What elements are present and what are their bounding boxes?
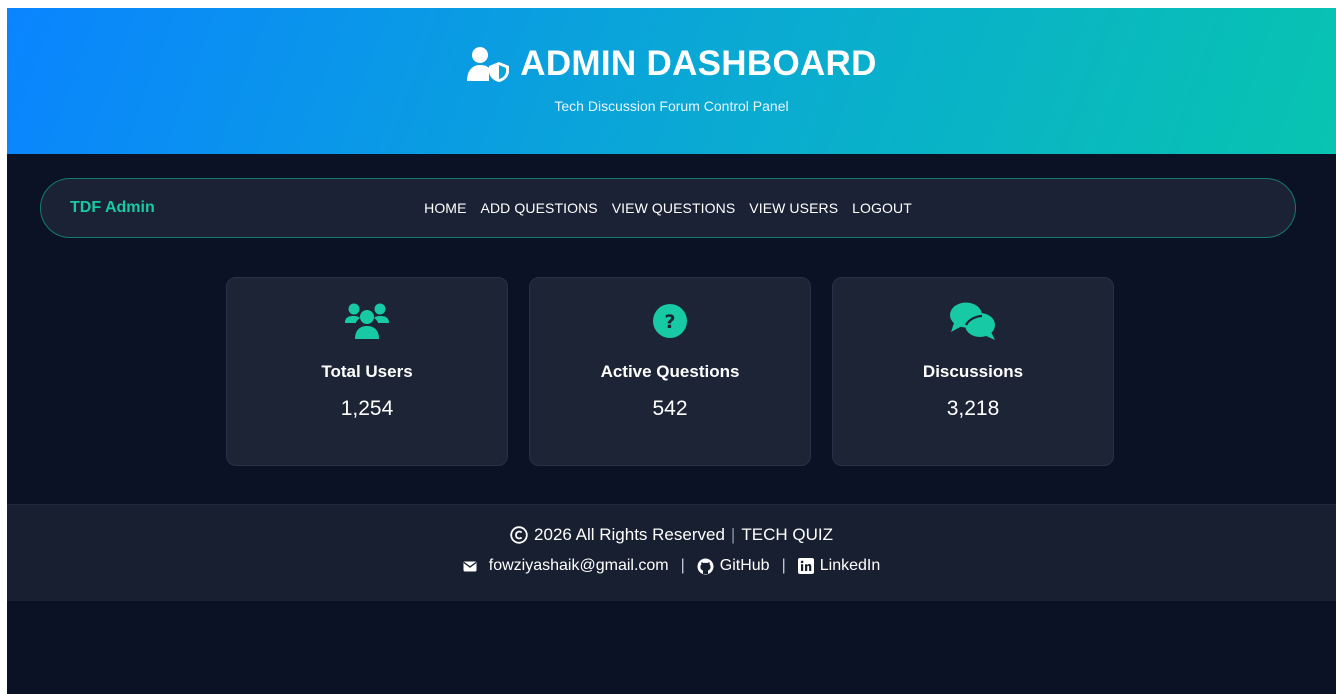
footer-divider: | — [680, 557, 685, 574]
footer-linkedin-link[interactable]: LinkedIn — [820, 557, 881, 575]
page-title: ADMIN DASHBOARD — [520, 44, 877, 83]
user-shield-icon — [466, 46, 510, 82]
comments-icon — [949, 300, 997, 342]
linkedin-icon — [797, 558, 814, 574]
hero-banner: ADMIN DASHBOARD Tech Discussion Forum Co… — [7, 8, 1336, 154]
nav-link-view-questions[interactable]: VIEW QUESTIONS — [612, 200, 736, 216]
stats-cards: Total Users 1,254 ? Active Questions 542 — [7, 277, 1336, 466]
stat-label: Active Questions — [600, 362, 740, 381]
footer-copyright-text: 2026 All Rights Reserved — [534, 525, 725, 544]
hero-title-row: ADMIN DASHBOARD — [466, 44, 876, 84]
svg-text:?: ? — [664, 311, 675, 333]
footer-github-link[interactable]: GitHub — [720, 557, 770, 575]
app-root: ADMIN DASHBOARD Tech Discussion Forum Co… — [7, 8, 1336, 694]
stat-value: 1,254 — [340, 397, 394, 420]
nav-brand[interactable]: TDF Admin — [70, 199, 155, 217]
top-navbar: TDF Admin HOME ADD QUESTIONS VIEW QUESTI… — [40, 178, 1296, 238]
footer-separator: | — [730, 525, 736, 544]
stat-card-active-questions: ? Active Questions 542 — [529, 277, 811, 466]
copyright-icon — [510, 526, 528, 544]
users-icon — [344, 300, 390, 342]
stat-value: 542 — [652, 397, 688, 420]
stat-card-total-users: Total Users 1,254 — [226, 277, 508, 466]
footer-email-link[interactable]: fowziyashaik@gmail.com — [489, 557, 669, 575]
footer-copyright-row: 2026 All Rights Reserved | TECH QUIZ — [510, 525, 833, 545]
github-icon — [697, 558, 714, 575]
nav-link-home[interactable]: HOME — [424, 200, 466, 216]
stat-label: Discussions — [922, 362, 1024, 381]
stat-value: 3,218 — [946, 397, 1000, 420]
nav-link-add-questions[interactable]: ADD QUESTIONS — [481, 200, 598, 216]
nav-links: HOME ADD QUESTIONS VIEW QUESTIONS VIEW U… — [41, 179, 1295, 237]
footer-divider: | — [781, 557, 786, 574]
footer-links-row: fowziyashaik@gmail.com | GitHub | Linked… — [463, 557, 880, 575]
stat-label: Total Users — [321, 362, 413, 381]
page-footer: 2026 All Rights Reserved | TECH QUIZ fow… — [7, 504, 1336, 601]
stat-card-discussions: Discussions 3,218 — [832, 277, 1114, 466]
envelope-icon — [463, 561, 477, 572]
nav-link-view-users[interactable]: VIEW USERS — [749, 200, 838, 216]
footer-brand: TECH QUIZ — [741, 525, 833, 544]
question-circle-icon: ? — [652, 300, 688, 342]
page-subtitle: Tech Discussion Forum Control Panel — [554, 98, 789, 114]
nav-link-logout[interactable]: LOGOUT — [852, 200, 912, 216]
